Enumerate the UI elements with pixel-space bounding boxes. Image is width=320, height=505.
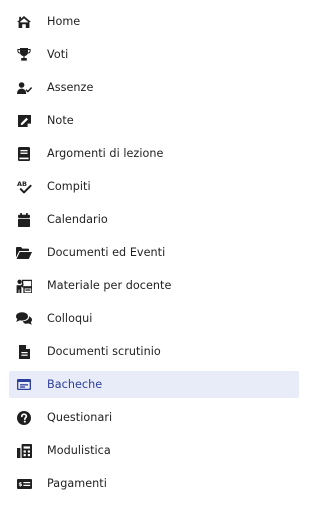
menu-item-assenze[interactable]: Assenze xyxy=(0,74,290,101)
menu-item-documenti-ed-eventi[interactable]: Documenti ed Eventi xyxy=(0,239,290,266)
menu-item-bacheche[interactable]: Bacheche xyxy=(9,371,299,398)
svg-text:AB: AB xyxy=(17,180,27,188)
forms-icon xyxy=(16,443,32,459)
menu-item-colloqui[interactable]: Colloqui xyxy=(0,305,290,332)
menu-item-materiale-per-docente[interactable]: Materiale per docente xyxy=(0,272,290,299)
menu-item-label: Colloqui xyxy=(47,312,93,325)
menu-item-label: Voti xyxy=(47,48,69,61)
menu-item-label: Argomenti di lezione xyxy=(47,147,164,160)
board-icon xyxy=(16,377,32,393)
book-icon xyxy=(16,146,32,162)
menu-item-label: Modulistica xyxy=(47,444,111,457)
menu-item-documenti-scrutinio[interactable]: Documenti scrutinio xyxy=(0,338,290,365)
menu-item-label: Questionari xyxy=(47,411,113,424)
menu-item-label: Pagamenti xyxy=(47,477,107,490)
svg-text:$: $ xyxy=(18,482,22,488)
money-bill-icon: $ xyxy=(16,476,32,492)
menu-item-label: Calendario xyxy=(47,213,108,226)
menu-item-questionari[interactable]: Questionari xyxy=(0,404,290,431)
menu-item-label: Documenti ed Eventi xyxy=(47,246,166,259)
question-circle-icon xyxy=(16,410,32,426)
menu-item-label: Documenti scrutinio xyxy=(47,345,161,358)
menu-item-compiti[interactable]: AB Compiti xyxy=(0,173,290,200)
menu-item-pagamenti[interactable]: $ Pagamenti xyxy=(0,470,290,497)
menu-item-label: Note xyxy=(47,114,74,127)
file-icon xyxy=(16,344,32,360)
menu-item-argomenti-di-lezione[interactable]: Argomenti di lezione xyxy=(0,140,290,167)
menu-item-home[interactable]: Home xyxy=(0,8,290,35)
teacher-material-icon xyxy=(16,278,32,294)
comments-icon xyxy=(16,311,32,327)
folder-open-icon xyxy=(16,245,32,261)
menu-item-modulistica[interactable]: Modulistica xyxy=(0,437,290,464)
menu-item-label: Materiale per docente xyxy=(47,279,172,292)
menu-item-label: Home xyxy=(47,15,81,28)
note-icon xyxy=(16,113,32,129)
user-check-icon xyxy=(16,80,32,96)
spell-check-icon: AB xyxy=(16,179,32,195)
home-icon xyxy=(16,14,32,30)
sidebar-menu: Home Voti Assenze Note Argomenti di lezi… xyxy=(0,0,300,505)
menu-item-label: Compiti xyxy=(47,180,91,193)
menu-item-label: Bacheche xyxy=(47,378,103,391)
calendar-icon xyxy=(16,212,32,228)
trophy-icon xyxy=(16,47,32,63)
menu-item-label: Assenze xyxy=(47,81,94,94)
menu-item-calendario[interactable]: Calendario xyxy=(0,206,290,233)
menu-item-note[interactable]: Note xyxy=(0,107,290,134)
menu-item-voti[interactable]: Voti xyxy=(0,41,290,68)
